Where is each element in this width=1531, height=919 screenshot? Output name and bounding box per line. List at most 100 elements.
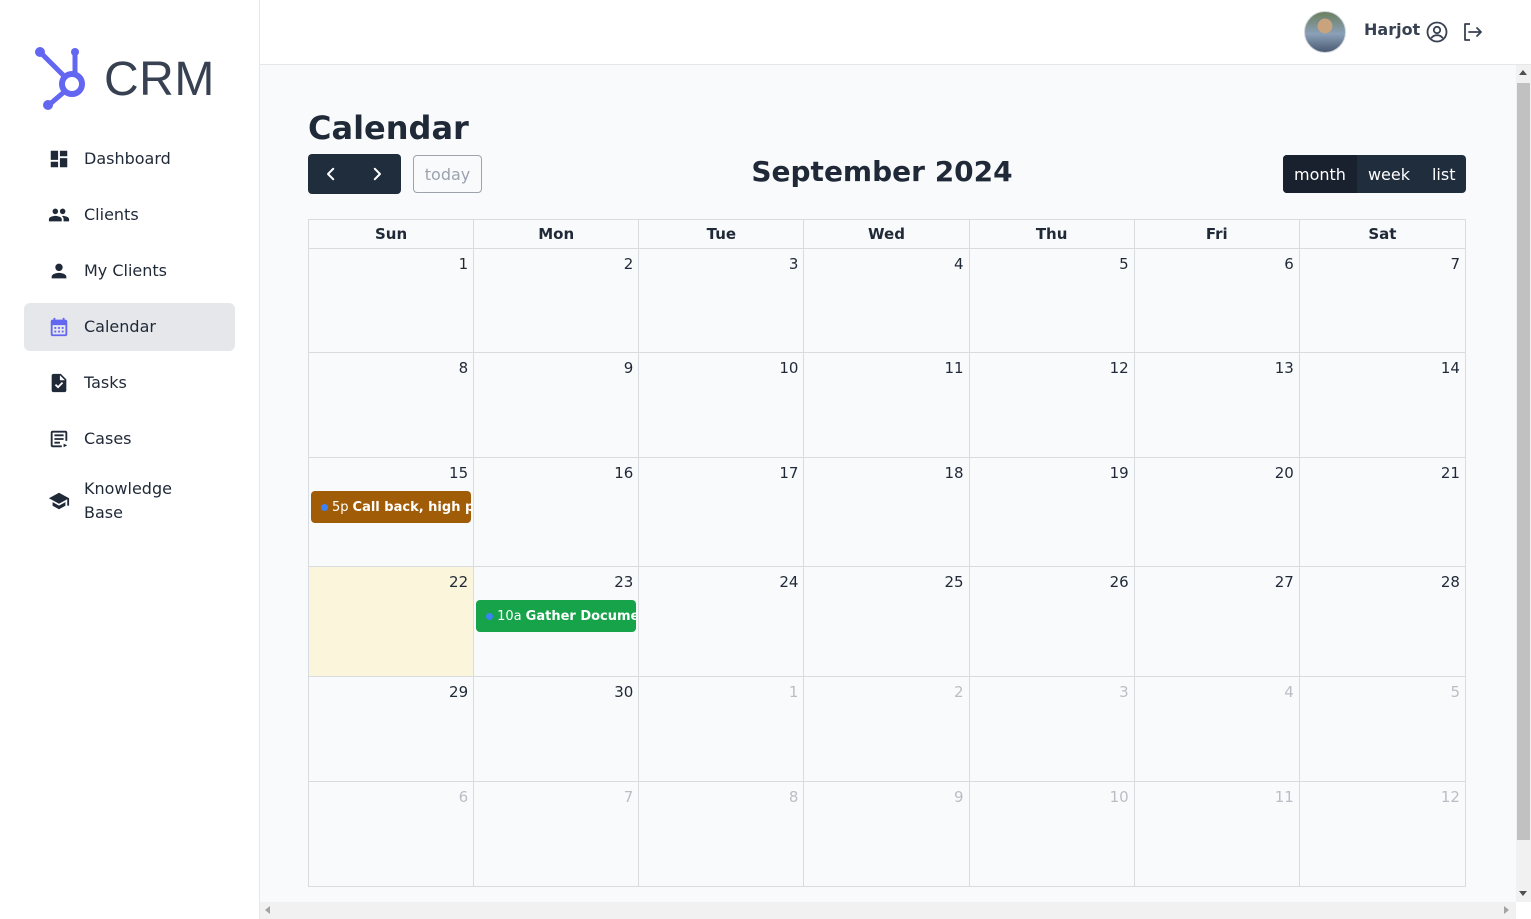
next-button[interactable] xyxy=(354,154,400,194)
today-button[interactable]: today xyxy=(413,155,482,193)
day-number[interactable]: 1 xyxy=(459,255,469,273)
avatar[interactable] xyxy=(1304,11,1346,53)
sidebar-item-knowledge-base[interactable]: Knowledge Base xyxy=(24,471,235,531)
day-cell[interactable]: 19 xyxy=(970,458,1135,566)
day-cell[interactable]: 5 xyxy=(1300,677,1465,781)
day-cell[interactable]: 4 xyxy=(804,249,970,352)
sidebar-item-clients[interactable]: Clients xyxy=(24,191,235,239)
day-cell[interactable]: 8 xyxy=(309,353,475,457)
day-number[interactable]: 11 xyxy=(944,359,963,377)
sidebar-item-calendar[interactable]: Calendar xyxy=(24,303,235,351)
day-number[interactable]: 27 xyxy=(1275,573,1294,591)
day-cell[interactable]: 2 xyxy=(804,677,970,781)
day-number[interactable]: 2 xyxy=(954,683,964,701)
day-cell[interactable]: 24 xyxy=(639,567,805,676)
day-number[interactable]: 10 xyxy=(779,359,798,377)
day-cell[interactable]: 27 xyxy=(1135,567,1300,676)
sidebar-item-tasks[interactable]: Tasks xyxy=(24,359,235,407)
day-cell[interactable]: 2 xyxy=(474,249,640,352)
logout-icon[interactable] xyxy=(1460,20,1484,44)
day-number[interactable]: 3 xyxy=(1119,683,1129,701)
day-cell[interactable]: 3 xyxy=(639,249,805,352)
day-cell[interactable]: 7 xyxy=(474,782,640,886)
day-number[interactable]: 7 xyxy=(624,788,634,806)
view-week-button[interactable]: week xyxy=(1357,155,1421,193)
day-number[interactable]: 16 xyxy=(614,464,633,482)
day-number[interactable]: 5 xyxy=(1450,683,1460,701)
view-month-button[interactable]: month xyxy=(1283,155,1357,193)
scroll-up-arrow-icon[interactable] xyxy=(1519,70,1527,75)
day-number[interactable]: 17 xyxy=(779,464,798,482)
day-number[interactable]: 7 xyxy=(1450,255,1460,273)
day-number[interactable]: 6 xyxy=(1284,255,1294,273)
day-number[interactable]: 22 xyxy=(449,573,468,591)
day-cell[interactable]: 22 xyxy=(309,567,475,676)
day-number[interactable]: 8 xyxy=(789,788,799,806)
day-cell[interactable]: 15 5pCall back, high priority xyxy=(309,458,475,566)
day-cell[interactable]: 7 xyxy=(1300,249,1465,352)
day-cell[interactable]: 10 xyxy=(639,353,805,457)
day-number[interactable]: 8 xyxy=(459,359,469,377)
sidebar-item-dashboard[interactable]: Dashboard xyxy=(24,135,235,183)
sidebar-item-cases[interactable]: Cases xyxy=(24,415,235,463)
day-cell[interactable]: 25 xyxy=(804,567,970,676)
day-cell[interactable]: 11 xyxy=(804,353,970,457)
day-cell[interactable]: 16 xyxy=(474,458,640,566)
day-number[interactable]: 1 xyxy=(789,683,799,701)
day-number[interactable]: 3 xyxy=(789,255,799,273)
day-cell[interactable]: 6 xyxy=(1135,249,1300,352)
account-circle-icon[interactable] xyxy=(1425,20,1449,44)
day-number[interactable]: 23 xyxy=(614,573,633,591)
day-number[interactable]: 26 xyxy=(1110,573,1129,591)
view-list-button[interactable]: list xyxy=(1421,155,1467,193)
day-cell[interactable]: 9 xyxy=(804,782,970,886)
day-cell[interactable]: 8 xyxy=(639,782,805,886)
day-cell[interactable]: 14 xyxy=(1300,353,1465,457)
day-cell[interactable]: 20 xyxy=(1135,458,1300,566)
day-number[interactable]: 2 xyxy=(624,255,634,273)
day-number[interactable]: 12 xyxy=(1441,788,1460,806)
day-number[interactable]: 24 xyxy=(779,573,798,591)
day-cell[interactable]: 17 xyxy=(639,458,805,566)
prev-button[interactable] xyxy=(308,154,354,194)
day-cell[interactable]: 28 xyxy=(1300,567,1465,676)
day-number[interactable]: 15 xyxy=(449,464,468,482)
day-cell[interactable]: 3 xyxy=(970,677,1135,781)
day-number[interactable]: 12 xyxy=(1110,359,1129,377)
day-cell[interactable]: 21 xyxy=(1300,458,1465,566)
vertical-scrollbar-thumb[interactable] xyxy=(1517,83,1530,840)
day-cell[interactable]: 11 xyxy=(1135,782,1300,886)
calendar-event[interactable]: 10aGather Documents xyxy=(476,600,637,632)
day-number[interactable]: 13 xyxy=(1275,359,1294,377)
day-number[interactable]: 25 xyxy=(944,573,963,591)
horizontal-scrollbar[interactable] xyxy=(260,902,1516,919)
day-cell[interactable]: 12 xyxy=(970,353,1135,457)
day-number[interactable]: 4 xyxy=(954,255,964,273)
day-number[interactable]: 21 xyxy=(1441,464,1460,482)
day-cell[interactable]: 6 xyxy=(309,782,475,886)
day-cell[interactable]: 1 xyxy=(309,249,475,352)
day-cell[interactable]: 1 xyxy=(639,677,805,781)
scroll-left-arrow-icon[interactable] xyxy=(265,906,270,914)
day-number[interactable]: 10 xyxy=(1110,788,1129,806)
day-number[interactable]: 4 xyxy=(1284,683,1294,701)
day-number[interactable]: 30 xyxy=(614,683,633,701)
day-number[interactable]: 11 xyxy=(1275,788,1294,806)
day-cell[interactable]: 10 xyxy=(970,782,1135,886)
day-number[interactable]: 28 xyxy=(1441,573,1460,591)
logo[interactable]: CRM xyxy=(34,46,215,112)
day-cell[interactable]: 18 xyxy=(804,458,970,566)
day-cell[interactable]: 30 xyxy=(474,677,640,781)
day-number[interactable]: 29 xyxy=(449,683,468,701)
day-cell[interactable]: 23 10aGather Documents xyxy=(474,567,640,676)
day-number[interactable]: 6 xyxy=(459,788,469,806)
scroll-down-arrow-icon[interactable] xyxy=(1519,891,1527,896)
day-cell[interactable]: 9 xyxy=(474,353,640,457)
day-cell[interactable]: 4 xyxy=(1135,677,1300,781)
day-number[interactable]: 18 xyxy=(944,464,963,482)
calendar-event[interactable]: 5pCall back, high priority xyxy=(311,491,472,523)
day-number[interactable]: 20 xyxy=(1275,464,1294,482)
day-cell[interactable]: 29 xyxy=(309,677,475,781)
day-number[interactable]: 14 xyxy=(1441,359,1460,377)
sidebar-item-my-clients[interactable]: My Clients xyxy=(24,247,235,295)
